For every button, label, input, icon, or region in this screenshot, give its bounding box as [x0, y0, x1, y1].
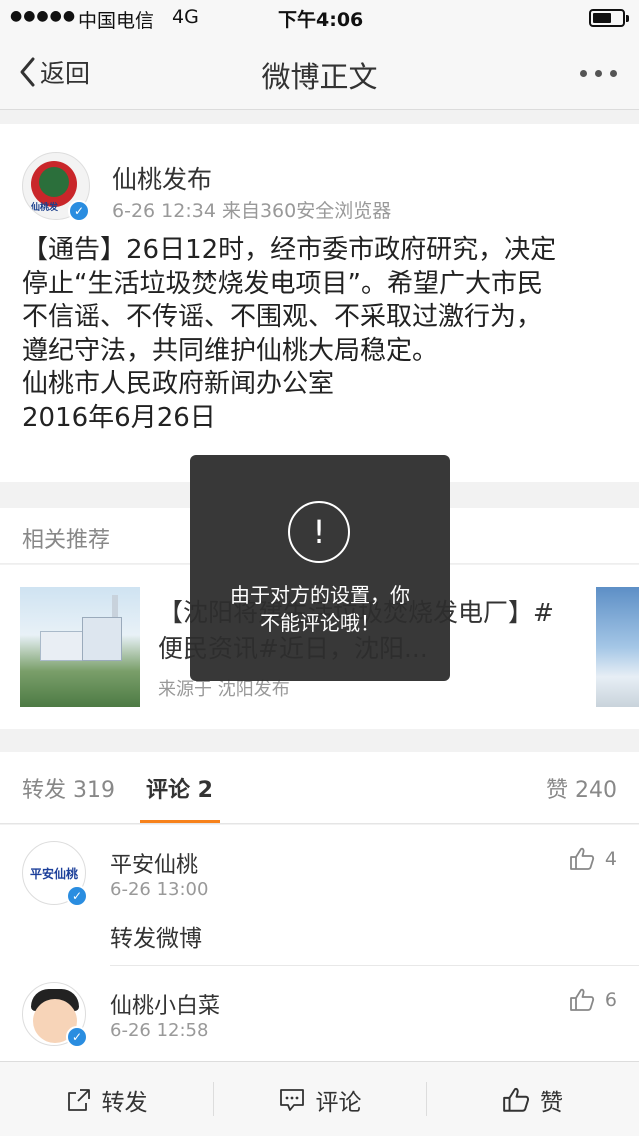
comment-item: 平安仙桃 ✓ 平安仙桃 6-26 13:00 转发微博 4 — [0, 825, 639, 966]
status-time: 下午4:06 — [278, 9, 364, 31]
interaction-tabs: 转发 319 评论 2 赞 240 — [0, 752, 639, 824]
comment-time: 6-26 13:00 — [110, 879, 209, 900]
comment-like-button[interactable]: 6 — [569, 988, 617, 1012]
post-body-line: 停止“生活垃圾焚烧发电项目”。希望广大市民 — [22, 268, 543, 299]
toast-message: ! 由于对方的设置，你 不能评论哦！ — [190, 455, 450, 681]
next-related-thumbnail[interactable] — [596, 587, 639, 707]
avatar-logo-text: 平安仙桃 — [29, 867, 78, 881]
toast-text-line: 不能评论哦！ — [260, 611, 380, 635]
post-body-line: 仙桃市人民政府新闻办公室 — [22, 369, 335, 399]
thumbs-up-icon — [503, 1087, 530, 1112]
verified-badge-icon: ✓ — [68, 200, 90, 222]
navigation-bar: 返回 微博正文 — [0, 36, 639, 110]
comment-button[interactable]: 评论 — [213, 1062, 426, 1136]
tab-comments[interactable]: 评论 2 — [146, 772, 213, 804]
post-body-line: 2016年6月26日 — [22, 402, 216, 433]
comment-like-count: 4 — [604, 848, 617, 870]
post-body-line: 【通告】26日12时，经市委市政府研究，决定 — [22, 235, 557, 265]
thumbs-up-icon — [570, 847, 594, 870]
page-title: 微博正文 — [261, 60, 378, 94]
network-type: 4G — [172, 6, 199, 28]
comment-text: 转发微博 — [110, 926, 202, 952]
repost-label: 转发 — [101, 1089, 148, 1116]
related-heading-label: 相关推荐 — [22, 528, 111, 553]
carrier-name: 中国电信 — [78, 10, 155, 32]
like-label: 赞 — [540, 1089, 563, 1116]
battery-icon — [589, 9, 629, 27]
more-options-icon[interactable] — [580, 70, 617, 77]
toast-text-line: 由于对方的设置，你 — [230, 583, 410, 607]
post-body-line: 不信谣、不传谣、不围观、不采取过激行为， — [22, 302, 543, 332]
post-body-line: 遵纪守法，共同维护仙桃大局稳定。 — [22, 335, 439, 366]
comment-icon — [279, 1088, 304, 1111]
commenter-name[interactable]: 平安仙桃 — [110, 847, 198, 879]
bottom-action-bar: 转发 评论 赞 — [0, 1061, 639, 1136]
like-button[interactable]: 赞 — [426, 1062, 639, 1136]
verified-badge-icon: ✓ — [66, 885, 88, 907]
tab-reposts[interactable]: 转发 319 — [22, 772, 115, 804]
repost-button[interactable]: 转发 — [0, 1062, 213, 1136]
comment-item: ✓ 仙桃小白菜 6-26 12:58 6 — [0, 966, 639, 1061]
comment-time: 6-26 12:58 — [110, 1020, 209, 1041]
comment-list: 平安仙桃 ✓ 平安仙桃 6-26 13:00 转发微博 4 ✓ 仙桃小白菜 6-… — [0, 825, 639, 1061]
comment-label: 评论 — [315, 1089, 362, 1116]
post-body: 【通告】26日12时，经市委市政府研究，决定 停止“生活垃圾焚烧发电项目”。希望… — [22, 234, 622, 435]
tab-likes[interactable]: 赞 240 — [546, 772, 617, 804]
related-thumbnail — [20, 587, 140, 707]
commenter-name[interactable]: 仙桃小白菜 — [110, 988, 220, 1020]
avatar-logo-text: 仙桃发 — [31, 203, 59, 213]
signal-strength: ●●●●● — [10, 8, 77, 24]
post-meta: 6-26 12:34 来自360安全浏览器 — [112, 200, 392, 222]
toast-text: 由于对方的设置，你 不能评论哦！ — [190, 581, 450, 637]
exclamation-icon: ! — [288, 501, 350, 563]
active-tab-indicator — [140, 820, 220, 823]
comment-like-count: 6 — [604, 989, 617, 1011]
verified-badge-icon: ✓ — [66, 1026, 88, 1048]
share-icon — [67, 1088, 90, 1111]
author-name[interactable]: 仙桃发布 — [112, 160, 212, 196]
comment-like-button[interactable]: 4 — [569, 847, 617, 871]
thumbs-up-icon — [570, 988, 594, 1011]
status-bar: ●●●●● 中国电信 4G 下午4:06 — [0, 0, 639, 36]
weibo-post: 仙桃发 ✓ 仙桃发布 6-26 12:34 来自360安全浏览器 【通告】26日… — [0, 124, 639, 482]
